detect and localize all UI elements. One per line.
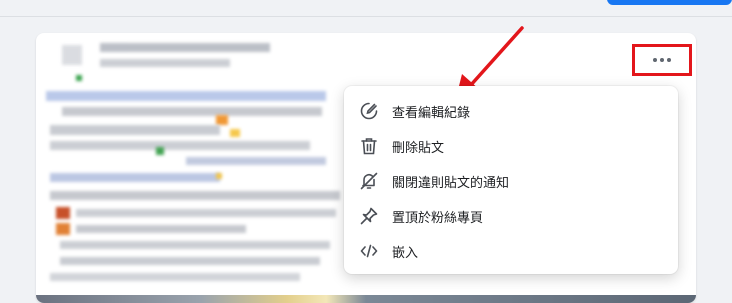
bell-off-icon: [358, 170, 380, 192]
menu-item-label: 置頂於粉絲專頁: [392, 210, 484, 226]
menu-item-label: 嵌入: [392, 245, 419, 261]
menu-item-turn-off-notifications[interactable]: 關閉違則貼文的通知: [344, 164, 678, 198]
code-icon: [358, 240, 380, 262]
trash-icon: [358, 135, 380, 157]
menu-item-label: 關閉違則貼文的通知: [392, 175, 510, 191]
menu-item-embed[interactable]: 嵌入: [344, 234, 678, 268]
post-image-preview: [36, 295, 696, 303]
menu-item-label: 刪除貼文: [392, 140, 445, 156]
pin-icon: [358, 205, 380, 227]
menu-item-label: 查看編輯紀錄: [392, 105, 471, 121]
menu-item-pin-to-page[interactable]: 置頂於粉絲專頁: [344, 199, 678, 233]
menu-item-view-edit-history[interactable]: 查看編輯紀錄: [344, 94, 678, 128]
menu-item-delete-post[interactable]: 刪除貼文: [344, 129, 678, 163]
edit-history-icon: [358, 100, 380, 122]
post-options-menu: 查看編輯紀錄 刪除貼文 關閉違則貼文的通知 置頂於粉絲專頁 嵌入: [344, 86, 678, 274]
